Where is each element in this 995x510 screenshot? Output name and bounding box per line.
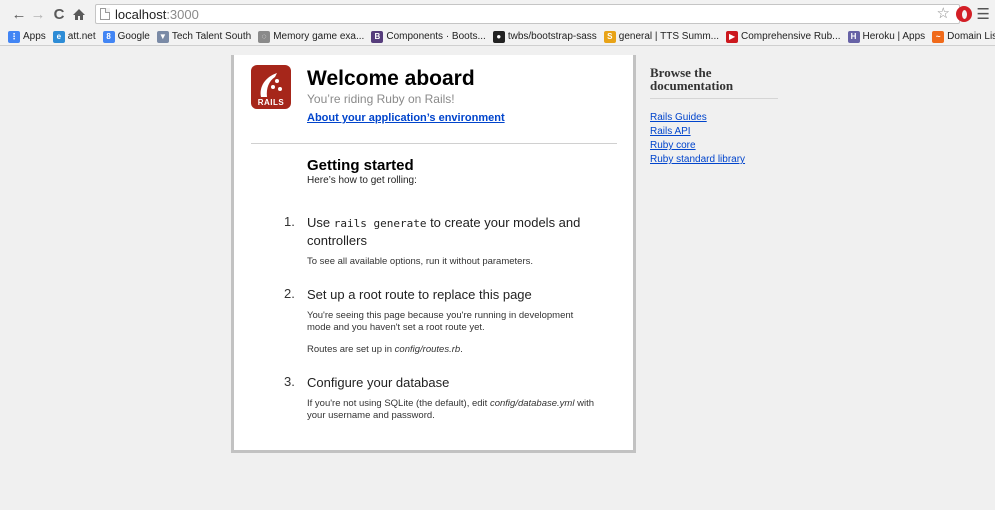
menu-icon[interactable]: ☰ <box>977 5 990 23</box>
page-subtitle: You’re riding Ruby on Rails! <box>307 92 455 106</box>
step-number: 2. <box>284 286 295 301</box>
bookmark-favicon-icon: ▼ <box>156 30 169 43</box>
bookmark-favicon-icon: ~ <box>932 30 945 43</box>
bookmark-item[interactable]: 8 Google <box>102 30 150 43</box>
url-port: :3000 <box>166 6 199 22</box>
bookmark-label: Apps <box>23 31 46 42</box>
bookmark-favicon-icon: ◌ <box>258 30 271 43</box>
bookmark-label: Heroku | Apps <box>862 31 926 42</box>
bookmark-favicon-icon: e <box>52 30 65 43</box>
bookmark-item[interactable]: ▼ Tech Talent South <box>156 30 252 43</box>
routes-file: config/routes.rb <box>394 344 461 355</box>
bookmark-item[interactable]: ⋮ Apps <box>8 30 46 43</box>
bookmark-label: Tech Talent South <box>171 31 252 42</box>
bookmark-favicon-icon: H <box>847 30 860 43</box>
bookmark-label: att.net <box>67 31 96 42</box>
reload-icon[interactable]: C <box>50 5 68 23</box>
bookmark-item[interactable]: ● twbs/bootstrap-sass <box>492 30 597 43</box>
bookmark-label: Components · Boots... <box>386 31 486 42</box>
bookmark-item[interactable]: ~ Domain List <box>932 30 995 43</box>
bookmark-item[interactable]: ▶ Comprehensive Rub... <box>726 30 841 43</box>
getting-started-subheading: Here’s how to get rolling: <box>307 175 417 186</box>
step-title-code: rails generate <box>333 217 427 230</box>
home-icon[interactable] <box>70 5 88 23</box>
step-number: 1. <box>284 214 295 229</box>
bookmark-favicon-icon: B <box>371 30 384 43</box>
db-text-pre: If you're not using SQLite (the default)… <box>307 398 490 409</box>
bookmark-label: Google <box>117 31 150 42</box>
bookmark-label: general | TTS Summ... <box>618 31 720 42</box>
welcome-card: RAILS Welcome aboard You’re riding Ruby … <box>231 55 636 453</box>
bookmark-star-icon[interactable]: ☆ <box>937 4 950 22</box>
browser-toolbar: ← → C localhost:3000 ☆ ☰ <box>0 0 995 28</box>
bookmark-item[interactable]: ◌ Memory game exa... <box>258 30 365 43</box>
url-host: localhost <box>115 6 167 22</box>
address-bar[interactable]: localhost:3000 <box>95 4 960 24</box>
bookmark-item[interactable]: H Heroku | Apps <box>847 30 926 43</box>
sidebar-links: Rails Guides Rails API Ruby core Ruby st… <box>650 112 778 165</box>
bookmark-favicon-icon: ▶ <box>726 30 739 43</box>
page-title: Welcome aboard <box>307 67 475 90</box>
opera-extension-icon[interactable] <box>956 6 972 22</box>
database-file: config/database.yml <box>489 398 575 409</box>
bookmark-label: Domain List <box>947 31 995 42</box>
step-text: If you're not using SQLite (the default)… <box>307 398 597 422</box>
link-rails-guides[interactable]: Rails Guides <box>650 112 778 123</box>
bookmark-item[interactable]: e att.net <box>52 30 96 43</box>
forward-arrow-icon[interactable]: → <box>29 5 47 23</box>
bookmark-item[interactable]: Sgeneral | TTS Summ... <box>603 30 720 43</box>
page-content: RAILS Welcome aboard You’re riding Ruby … <box>0 47 995 510</box>
docs-sidebar: Browse the documentation Rails Guides Ra… <box>650 66 778 168</box>
bookmark-label: Memory game exa... <box>273 31 365 42</box>
rails-logo-text: RAILS <box>257 98 285 107</box>
page-icon <box>100 8 110 20</box>
step-text: You're seeing this page because you're r… <box>307 310 574 333</box>
step-title: Use rails generate to create your models… <box>307 214 597 249</box>
link-ruby-core[interactable]: Ruby core <box>650 140 778 151</box>
bookmarks-bar: ⋮ Apps e att.net 8 Google ▼ Tech Talent South ◌ M… <box>0 28 995 46</box>
step-title: Set up a root route to replace this page <box>307 287 532 302</box>
link-rails-api[interactable]: Rails API <box>650 126 778 137</box>
step-text: To see all available options, run it wit… <box>307 256 534 267</box>
bookmark-favicon-icon: S <box>603 30 616 43</box>
getting-started-heading: Getting started <box>307 157 414 174</box>
rails-logo: RAILS <box>251 65 291 109</box>
routes-text-pre: Routes are set up in <box>307 344 395 355</box>
bookmark-favicon-icon: 8 <box>102 30 115 43</box>
step-title: Configure your database <box>307 375 450 390</box>
routes-text-post: . <box>460 344 463 355</box>
step-number: 3. <box>284 374 295 389</box>
step-text-routes: Routes are set up in config/routes.rb. <box>307 344 597 356</box>
back-arrow-icon[interactable]: ← <box>10 5 28 23</box>
sidebar-title: Browse the documentation <box>650 65 734 93</box>
bookmark-item[interactable]: B Components · Boots... <box>371 30 486 43</box>
link-ruby-standard-library[interactable]: Ruby standard library <box>650 154 778 165</box>
environment-link[interactable]: About your application’s environment <box>307 112 505 124</box>
step-title-pre: Use <box>307 215 334 230</box>
divider <box>251 143 617 144</box>
bookmark-label: Comprehensive Rub... <box>741 31 841 42</box>
bookmark-favicon-icon: ● <box>492 30 505 43</box>
sidebar-divider <box>650 98 778 99</box>
bookmark-label: twbs/bootstrap-sass <box>507 31 597 42</box>
bookmark-favicon-icon: ⋮ <box>8 30 20 43</box>
